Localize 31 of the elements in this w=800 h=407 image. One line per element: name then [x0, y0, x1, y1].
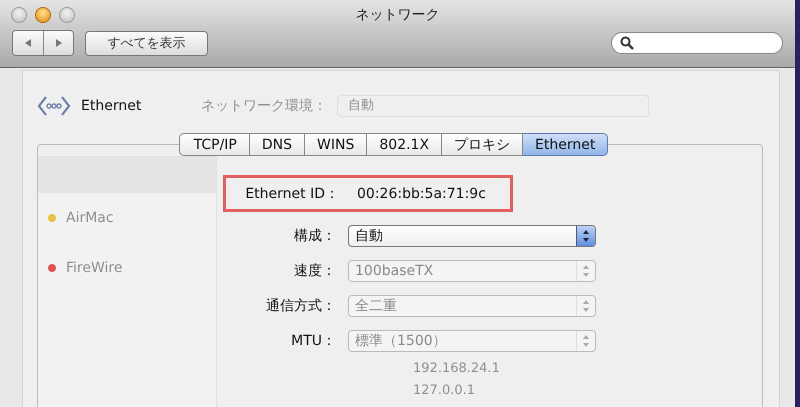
network-arrows-icon — [37, 94, 71, 118]
search-icon — [620, 36, 634, 50]
tab[interactable]: TCP/IP — [178, 133, 250, 156]
tab[interactable]: プロキシ — [442, 133, 524, 156]
ethernet-id-value: 00:26:bb:5a:71:9c — [357, 186, 486, 202]
field-label: MTU： — [290, 332, 336, 350]
tab[interactable]: DNS — [250, 133, 306, 156]
router-address: 192.168.24.1 — [413, 361, 500, 376]
field-label: Ethernet ID： — [244, 184, 339, 202]
window-title: ネットワーク — [356, 6, 440, 24]
zoom-icon[interactable] — [59, 7, 75, 23]
field-label: 構成： — [293, 227, 336, 245]
search-field[interactable] — [611, 32, 783, 54]
left-triangle-icon — [23, 38, 33, 48]
minimize-icon[interactable] — [35, 7, 51, 23]
location-popup: 自動 — [337, 95, 649, 117]
service-name: Ethernet — [81, 98, 142, 114]
field-label: 通信方式： — [265, 297, 336, 315]
stepper-icon — [576, 226, 595, 246]
show-all-button[interactable]: すべてを表示 — [85, 30, 208, 56]
back-button[interactable] — [13, 31, 43, 55]
tab[interactable]: Ethernet — [523, 133, 608, 156]
close-icon[interactable] — [11, 7, 27, 23]
dns-address: 127.0.0.1 — [413, 383, 476, 398]
tab[interactable]: WINS — [305, 133, 368, 156]
popup-menu[interactable]: 自動 — [348, 225, 596, 247]
location-label: ネットワーク環境： — [201, 97, 327, 115]
forward-button[interactable] — [43, 31, 73, 55]
tab[interactable]: 802.1X — [367, 133, 442, 156]
right-triangle-icon — [54, 38, 64, 48]
field-label: 速度： — [293, 262, 336, 280]
